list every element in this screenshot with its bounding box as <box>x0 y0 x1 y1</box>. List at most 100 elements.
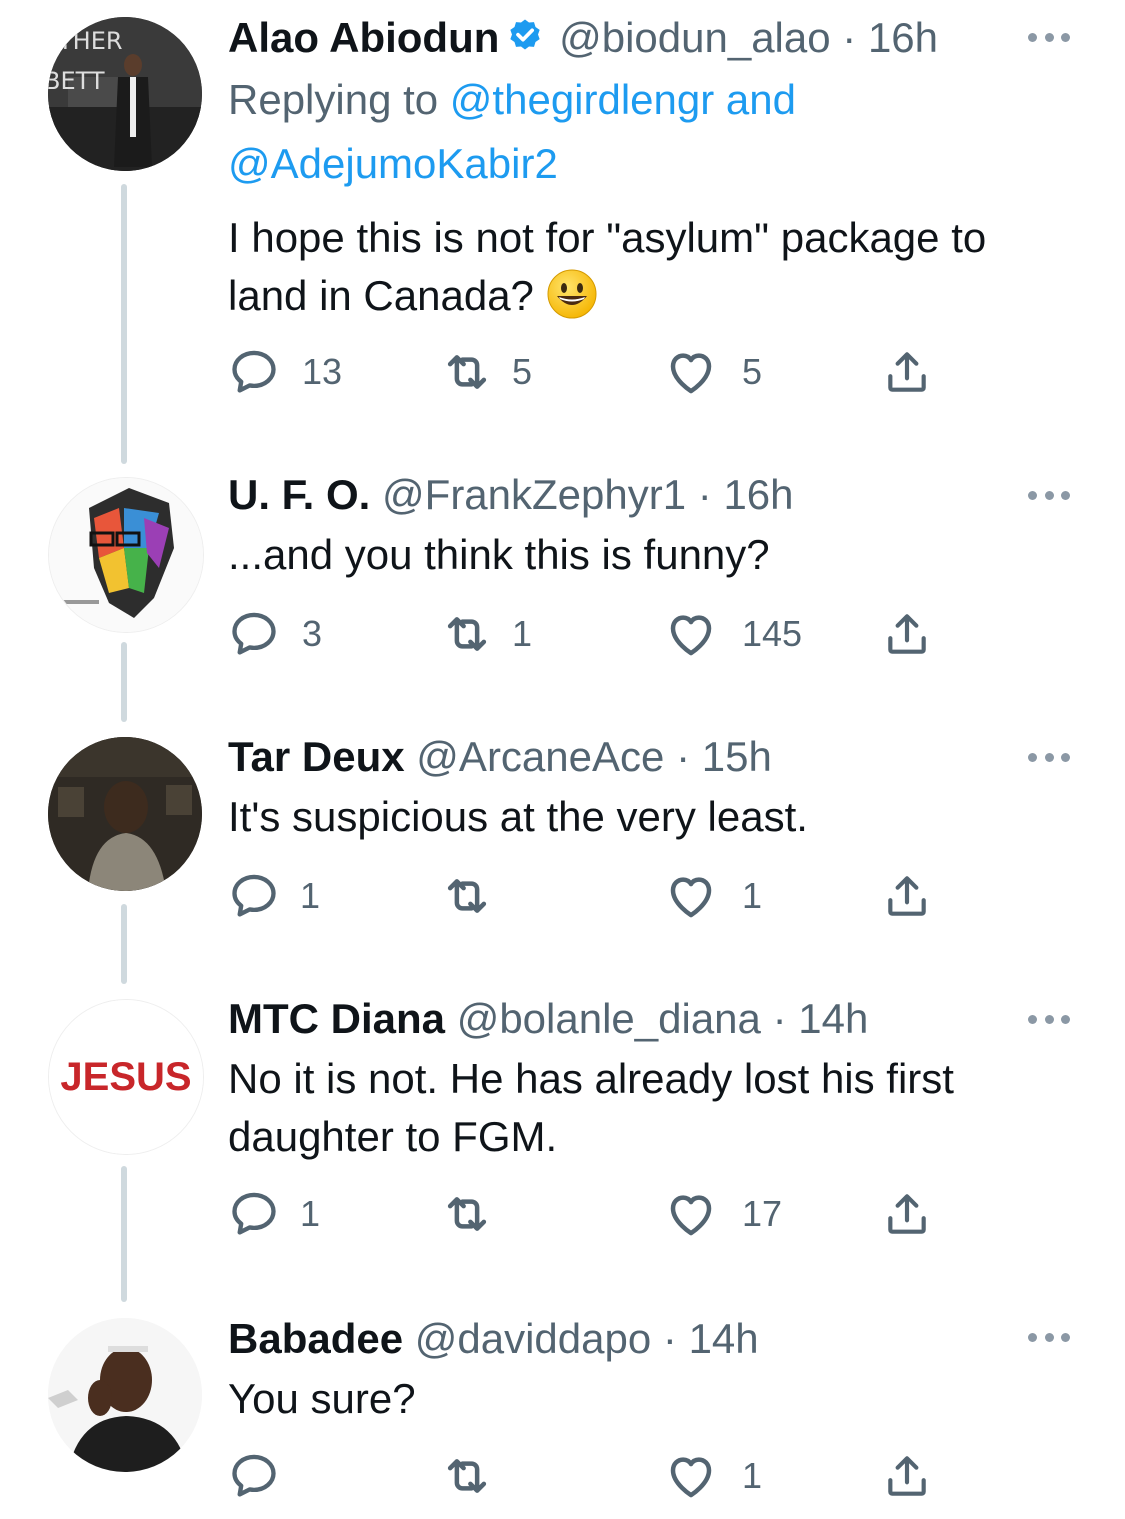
more-options-icon[interactable] <box>1028 750 1070 764</box>
handle[interactable]: @daviddapo <box>415 1315 651 1362</box>
thread-line <box>121 904 127 984</box>
tweet-actions: 1 17 <box>228 1184 948 1244</box>
avatar-image <box>48 1318 202 1472</box>
thread-line <box>121 642 127 722</box>
thread-line <box>121 184 127 464</box>
svg-text:BETT: BETT <box>48 67 105 95</box>
share-icon <box>882 347 932 397</box>
share-icon <box>882 1451 932 1501</box>
display-name[interactable]: Alao Abiodun <box>228 14 499 61</box>
handle[interactable]: @bolanle_diana <box>457 995 761 1042</box>
more-options-icon[interactable] <box>1028 488 1070 502</box>
reply-button[interactable]: 3 <box>228 604 322 664</box>
tweet[interactable]: JESUS MTC Diana @bolanle_diana · 14h No … <box>0 994 1125 1310</box>
timestamp[interactable]: 16h <box>723 471 793 518</box>
retweet-button[interactable]: 1 <box>440 604 532 664</box>
retweet-button[interactable] <box>440 866 516 926</box>
tweet-actions: 1 <box>228 1446 948 1506</box>
tweet[interactable]: U. F. O. @FrankZephyr1 · 16h ...and you … <box>0 470 1125 732</box>
heart-icon <box>664 345 718 399</box>
reply-icon <box>228 1188 280 1240</box>
share-button[interactable] <box>882 866 932 926</box>
like-button[interactable]: 17 <box>664 1184 782 1244</box>
avatar[interactable]: THER BETT <box>48 17 202 171</box>
more-options-icon[interactable] <box>1028 1012 1070 1026</box>
reply-button[interactable]: 1 <box>228 1184 320 1244</box>
avatar-image: JESUS <box>49 1000 203 1154</box>
heart-icon <box>664 607 718 661</box>
reply-icon <box>228 870 280 922</box>
like-button[interactable]: 1 <box>664 866 762 926</box>
share-button[interactable] <box>882 342 932 402</box>
handle[interactable]: @FrankZephyr1 <box>382 471 686 518</box>
tweet-text: No it is not. He has already lost his fi… <box>228 1055 954 1160</box>
avatar-text: JESUS <box>60 1055 191 1099</box>
more-options-icon[interactable] <box>1028 1330 1070 1344</box>
tweet-text: I hope this is not for "asylum" package … <box>228 214 987 320</box>
tweet-header: Babadee @daviddapo · 14h <box>228 1315 759 1362</box>
tweet-header: Tar Deux @ArcaneAce · 15h <box>228 733 772 780</box>
tweet[interactable]: THER BETT Alao Abiodun @biodun_alao · 16… <box>0 0 1125 470</box>
tweet-actions: 1 1 <box>228 866 948 926</box>
reply-count: 1 <box>300 875 321 916</box>
reply-count: 13 <box>302 351 343 392</box>
avatar-image: THER BETT <box>48 17 202 171</box>
tweet-actions: 3 1 145 <box>228 604 948 664</box>
thread-line <box>121 1166 127 1302</box>
reply-mention-link[interactable]: @thegirdlengr and <box>450 76 796 123</box>
tweet-text: ...and you think this is funny? <box>228 531 770 578</box>
reply-count: 1 <box>300 1193 321 1234</box>
timestamp[interactable]: 15h <box>702 733 772 780</box>
like-count: 145 <box>742 613 803 654</box>
retweet-icon <box>440 607 494 661</box>
verified-badge-icon <box>505 12 545 74</box>
reply-count: 3 <box>302 613 323 654</box>
timestamp[interactable]: 14h <box>689 1315 759 1362</box>
tweet-header: U. F. O. @FrankZephyr1 · 16h <box>228 471 794 518</box>
tweet[interactable]: Tar Deux @ArcaneAce · 15h It's suspiciou… <box>0 732 1125 994</box>
avatar[interactable] <box>48 477 204 633</box>
retweet-button[interactable] <box>440 1446 516 1506</box>
share-button[interactable] <box>882 604 932 664</box>
reply-button[interactable]: 13 <box>228 342 342 402</box>
retweet-icon <box>440 869 494 923</box>
handle[interactable]: @biodun_alao <box>559 14 831 61</box>
display-name[interactable]: Babadee <box>228 1315 403 1362</box>
avatar-image <box>49 478 203 632</box>
like-count: 5 <box>742 351 763 392</box>
like-button[interactable]: 1 <box>664 1446 762 1506</box>
share-button[interactable] <box>882 1446 932 1506</box>
tweet[interactable]: Babadee @daviddapo · 14h You sure? 1 <box>0 1310 1125 1519</box>
like-button[interactable]: 145 <box>664 604 802 664</box>
handle[interactable]: @ArcaneAce <box>416 733 664 780</box>
retweet-icon <box>440 1449 494 1503</box>
heart-icon <box>664 1449 718 1503</box>
more-options-icon[interactable] <box>1028 30 1070 44</box>
reply-mention-link[interactable]: @AdejumoKabir2 <box>228 140 558 187</box>
avatar[interactable] <box>48 1318 202 1472</box>
reply-button[interactable] <box>228 1446 302 1506</box>
timestamp[interactable]: 16h <box>868 14 938 61</box>
display-name[interactable]: MTC Diana <box>228 995 445 1042</box>
share-button[interactable] <box>882 1184 932 1244</box>
avatar[interactable] <box>48 737 202 891</box>
timestamp[interactable]: 14h <box>798 995 868 1042</box>
retweet-icon <box>440 345 494 399</box>
display-name[interactable]: U. F. O. <box>228 471 370 518</box>
grinning-face-emoji-icon <box>546 268 598 320</box>
retweet-button[interactable] <box>440 1184 516 1244</box>
tweet-text: It's suspicious at the very least. <box>228 793 808 840</box>
retweet-icon <box>440 1187 494 1241</box>
reply-icon <box>228 608 280 660</box>
reply-button[interactable]: 1 <box>228 866 320 926</box>
avatar-sign-text: THER <box>57 27 123 55</box>
like-count: 1 <box>742 875 763 916</box>
avatar[interactable]: JESUS <box>48 999 204 1155</box>
reply-icon <box>228 346 280 398</box>
heart-icon <box>664 1187 718 1241</box>
retweet-button[interactable]: 5 <box>440 342 532 402</box>
tweet-header: Alao Abiodun @biodun_alao · 16h <box>228 7 1088 69</box>
like-button[interactable]: 5 <box>664 342 762 402</box>
replying-to: Replying to @thegirdlengr and <box>228 76 796 123</box>
display-name[interactable]: Tar Deux <box>228 733 405 780</box>
